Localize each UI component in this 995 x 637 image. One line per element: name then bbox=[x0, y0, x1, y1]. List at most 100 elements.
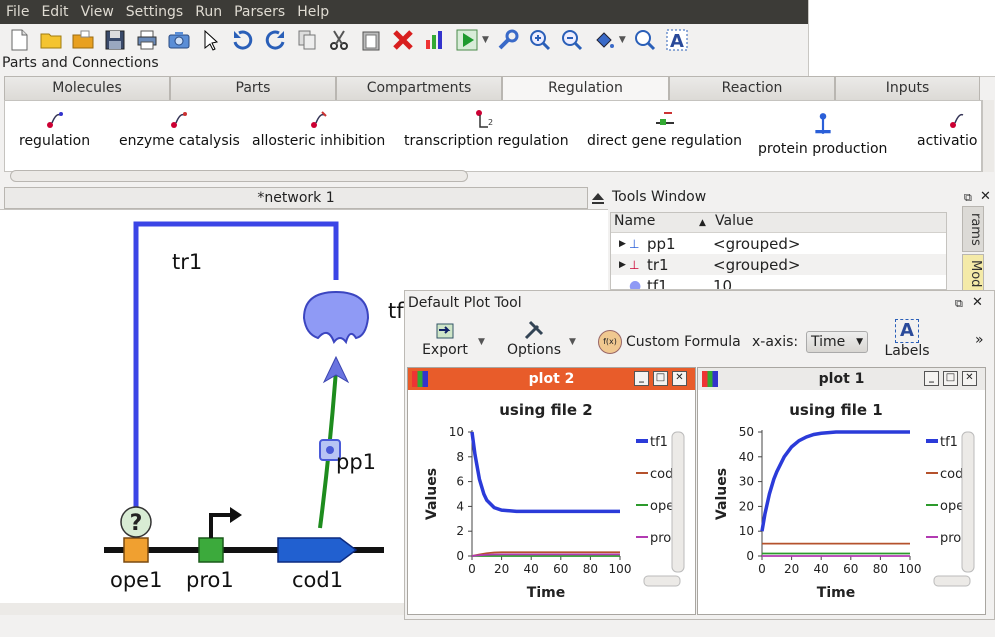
text-tool-icon[interactable]: A bbox=[664, 27, 690, 53]
svg-text:?: ? bbox=[130, 511, 143, 536]
palette-direct-gene-regulation[interactable]: direct gene regulation bbox=[587, 109, 742, 149]
y-tick-label: 2 bbox=[456, 524, 464, 538]
tab-parts[interactable]: Parts bbox=[170, 76, 336, 100]
paint-dropdown-icon[interactable]: ▼ bbox=[619, 35, 626, 45]
tf1-protein-glyph bbox=[302, 290, 370, 345]
xaxis-label: x-axis: bbox=[752, 334, 799, 350]
tools-row[interactable]: ▶ ⊥ pp1 <grouped> bbox=[611, 233, 946, 254]
expand-arrow-icon[interactable]: ▶ bbox=[611, 260, 629, 270]
minimize-icon[interactable]: _ bbox=[634, 371, 649, 386]
palette-transcription-regulation[interactable]: 2 transcription regulation bbox=[404, 109, 569, 149]
run-dropdown-icon[interactable]: ▼ bbox=[482, 35, 489, 45]
more-icon[interactable]: » bbox=[975, 332, 984, 348]
palette-allosteric-inhibition[interactable]: allosteric inhibition bbox=[252, 109, 385, 149]
tools-row[interactable]: ▶ ⊥ tr1 <grouped> bbox=[611, 254, 946, 275]
menu-parsers[interactable]: Parsers bbox=[228, 4, 291, 20]
custom-formula-label: Custom Formula bbox=[626, 334, 741, 350]
chart-legend: tf1 cod ope pro bbox=[926, 435, 964, 546]
x-tick-label: 60 bbox=[553, 562, 568, 576]
close-icon[interactable]: ✕ bbox=[962, 371, 977, 386]
open-recent-icon[interactable] bbox=[70, 27, 96, 53]
palette-label: activatio bbox=[917, 133, 978, 149]
paste-icon[interactable] bbox=[358, 27, 384, 53]
bar-chart-icon bbox=[412, 371, 428, 387]
labels-button[interactable]: A Labels bbox=[882, 319, 932, 359]
zoom-out-icon[interactable] bbox=[559, 27, 585, 53]
plot-2-titlebar[interactable]: plot 2 _ □ ✕ bbox=[408, 368, 695, 390]
side-tab-rams[interactable]: rams bbox=[962, 206, 984, 252]
palette-horizontal-scrollbar[interactable] bbox=[10, 170, 468, 182]
maximize-icon[interactable]: □ bbox=[653, 371, 668, 386]
new-file-icon[interactable] bbox=[6, 27, 32, 53]
tab-reaction[interactable]: Reaction bbox=[669, 76, 835, 100]
tools-row[interactable]: ● tf1 10 bbox=[611, 275, 946, 290]
menu-edit[interactable]: Edit bbox=[35, 4, 74, 20]
custom-formula-button[interactable]: f(x) Custom Formula bbox=[598, 330, 741, 354]
menu-file[interactable]: File bbox=[0, 4, 35, 20]
bar-chart-icon[interactable] bbox=[422, 27, 448, 53]
run-icon[interactable] bbox=[454, 27, 480, 53]
palette-vertical-scrollbar[interactable] bbox=[982, 100, 994, 172]
close-icon[interactable]: ✕ bbox=[972, 295, 983, 310]
pointer-icon[interactable] bbox=[198, 27, 224, 53]
maximize-icon[interactable]: □ bbox=[943, 371, 958, 386]
palette-regulation[interactable]: regulation bbox=[19, 109, 90, 149]
regulation-icon bbox=[46, 112, 63, 128]
tab-network-1[interactable]: *network 1 bbox=[4, 187, 588, 209]
redo-icon[interactable] bbox=[262, 27, 288, 53]
close-icon[interactable]: ✕ bbox=[980, 189, 991, 204]
plot-1-chart: using file 1 Values Time 0 10 20 30 40 50 0 20 40 60… bbox=[714, 401, 975, 601]
pro1-part bbox=[198, 537, 224, 563]
allosteric-inhibition-icon bbox=[310, 111, 327, 128]
paint-bucket-icon[interactable] bbox=[591, 27, 617, 53]
plot-1-window: plot 1 _ □ ✕ using file 1 Values Time 0 10 20… bbox=[697, 367, 986, 615]
eject-icon[interactable] bbox=[590, 190, 606, 206]
plot-1-titlebar[interactable]: plot 1 _ □ ✕ bbox=[698, 368, 985, 390]
menu-view[interactable]: View bbox=[75, 4, 120, 20]
save-icon[interactable] bbox=[102, 27, 128, 53]
xaxis-select[interactable]: Time ▼ bbox=[806, 331, 868, 353]
open-folder-icon[interactable] bbox=[38, 27, 64, 53]
undo-icon[interactable] bbox=[230, 27, 256, 53]
x-tick-label: 60 bbox=[843, 562, 858, 576]
tab-regulation[interactable]: Regulation bbox=[502, 76, 669, 100]
screenshot-icon[interactable] bbox=[166, 27, 192, 53]
side-tab-mod[interactable]: Mod bbox=[962, 254, 984, 294]
tab-compartments[interactable]: Compartments bbox=[336, 76, 502, 100]
x-tick-label: 20 bbox=[784, 562, 799, 576]
export-button[interactable]: Export bbox=[420, 318, 470, 358]
close-icon[interactable]: ✕ bbox=[672, 371, 687, 386]
cut-icon[interactable] bbox=[326, 27, 352, 53]
delete-icon[interactable] bbox=[390, 27, 416, 53]
tools-col-name[interactable]: Name bbox=[611, 213, 699, 232]
palette-protein-production[interactable]: protein production bbox=[758, 109, 887, 157]
palette-enzyme-catalysis[interactable]: enzyme catalysis bbox=[119, 109, 240, 149]
legend-h-scrollbar bbox=[643, 575, 681, 587]
export-dropdown-icon[interactable]: ▼ bbox=[478, 337, 485, 347]
print-icon[interactable] bbox=[134, 27, 160, 53]
minimize-icon[interactable]: _ bbox=[924, 371, 939, 386]
options-button[interactable]: Options bbox=[505, 318, 563, 358]
menu-help[interactable]: Help bbox=[291, 4, 335, 20]
legend-label: tf1 bbox=[940, 435, 958, 450]
x-tick-label: 80 bbox=[873, 562, 888, 576]
tools-col-value[interactable]: Value bbox=[713, 213, 753, 232]
menu-settings[interactable]: Settings bbox=[120, 4, 189, 20]
palette-label: enzyme catalysis bbox=[119, 133, 240, 149]
zoom-in-icon[interactable] bbox=[527, 27, 553, 53]
float-icon[interactable]: ⧉ bbox=[964, 191, 972, 205]
options-dropdown-icon[interactable]: ▼ bbox=[569, 337, 576, 347]
wrench-icon[interactable] bbox=[495, 27, 521, 53]
expand-arrow-icon[interactable]: ▶ bbox=[611, 239, 629, 249]
y-axis-label: Values bbox=[424, 468, 440, 520]
tab-inputs[interactable]: Inputs bbox=[835, 76, 980, 100]
menu-run[interactable]: Run bbox=[189, 4, 228, 20]
tab-molecules[interactable]: Molecules bbox=[4, 76, 170, 100]
float-icon[interactable]: ⧉ bbox=[955, 297, 963, 311]
legend-label: tf1 bbox=[650, 435, 668, 450]
find-icon[interactable] bbox=[632, 27, 658, 53]
protein-production-icon bbox=[815, 113, 831, 134]
copy-icon[interactable] bbox=[294, 27, 320, 53]
palette-activation[interactable]: activatio bbox=[917, 109, 981, 149]
bar-chart-icon bbox=[702, 371, 718, 387]
